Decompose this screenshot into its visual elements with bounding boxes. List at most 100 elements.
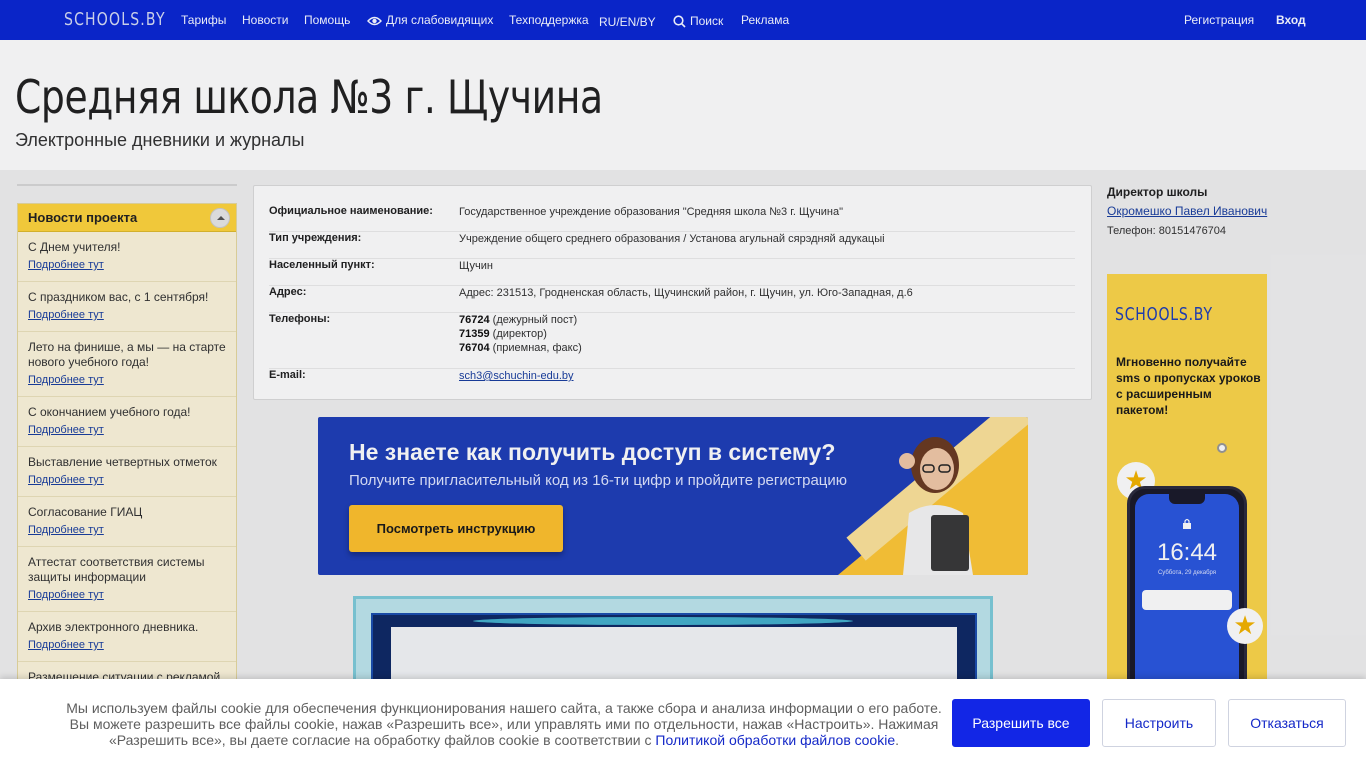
phone-notification	[1142, 590, 1232, 610]
register-link[interactable]: Регистрация	[1184, 13, 1254, 27]
news-item-more-link[interactable]: Подробнее тут	[28, 524, 104, 536]
info-value: Адрес: 231513, Гродненская область, Щучи…	[459, 287, 913, 299]
nav-help[interactable]: Помощь	[304, 13, 350, 27]
lock-icon	[1183, 518, 1191, 529]
info-value: Щучин	[459, 260, 494, 272]
cookie-consent-bar: Мы используем файлы cookie для обеспечен…	[0, 679, 1366, 768]
phone-number: 71359	[459, 328, 490, 340]
ad-dot	[1217, 443, 1227, 453]
nav-news[interactable]: Новости	[242, 13, 288, 27]
news-item: Согласование ГИАЦ Подробнее тут	[18, 497, 236, 547]
collapse-arrow-icon[interactable]	[210, 208, 230, 228]
news-item-more-link[interactable]: Подробнее тут	[28, 474, 104, 486]
director-block: Директор школы Окромешко Павел Иванович …	[1107, 185, 1347, 237]
info-row-type: Тип учреждения: Учреждение общего средне…	[269, 232, 1075, 259]
reject-button[interactable]: Отказаться	[1228, 699, 1346, 747]
news-item: С окончанием учебного года! Подробнее тут	[18, 397, 236, 447]
cookie-text-end: .	[895, 732, 900, 748]
info-row-email: E-mail: sch3@schuchin-edu.by	[269, 369, 1075, 389]
nav-support[interactable]: Техподдержка	[509, 13, 589, 27]
phone-date: Суббота, 29 декабря	[1157, 570, 1217, 576]
page-title: Средняя школа №3 г. Щучина	[15, 70, 603, 124]
info-label: Населенный пункт:	[269, 259, 375, 271]
phone-number: 76724	[459, 314, 490, 326]
frame-glow	[473, 617, 853, 625]
news-item-title: Аттестат соответствия системы защиты инф…	[28, 555, 205, 584]
email-link[interactable]: sch3@schuchin-edu.by	[459, 370, 574, 382]
news-sidebar-title: Новости проекта	[28, 210, 138, 225]
director-name-link[interactable]: Окромешко Павел Иванович	[1107, 204, 1347, 218]
news-item-title: Согласование ГИАЦ	[28, 505, 143, 519]
configure-button[interactable]: Настроить	[1102, 699, 1216, 747]
eye-icon	[367, 16, 382, 26]
sidebar-divider	[17, 184, 237, 186]
news-item-more-link[interactable]: Подробнее тут	[28, 309, 104, 321]
news-item-title: Лето на финише, а мы — на старте нового …	[28, 340, 226, 369]
star-icon: ★	[1227, 608, 1263, 644]
top-navigation: SCHOOLS.BY Тарифы Новости Помощь Для сла…	[0, 0, 1366, 40]
nav-accessibility-label: Для слабовидящих	[386, 13, 494, 27]
banner-subtitle: Получите пригласительный код из 16-ти ци…	[349, 472, 848, 489]
news-item: Выставление четвертных отметок Подробнее …	[18, 447, 236, 497]
cookie-policy-link[interactable]: Политикой обработки файлов cookie	[655, 732, 895, 748]
news-item: С Днем учителя! Подробнее тут	[18, 232, 236, 282]
news-item-more-link[interactable]: Подробнее тут	[28, 374, 104, 386]
news-item-title: С окончанием учебного года!	[28, 405, 191, 419]
nav-accessibility[interactable]: Для слабовидящих	[367, 13, 493, 27]
school-info-card: Официальное наименование: Государственно…	[253, 185, 1092, 400]
cookie-text: Мы используем файлы cookie для обеспечен…	[62, 700, 946, 748]
sms-ad-banner[interactable]: SCHOOLS.BY Мгновенно получайте sms о про…	[1107, 274, 1267, 704]
search-icon	[673, 15, 686, 28]
info-label: Адрес:	[269, 286, 307, 298]
phone-screen: 16:44 Суббота, 29 декабря	[1135, 494, 1239, 704]
phone-illustration: 16:44 Суббота, 29 декабря	[1127, 486, 1247, 704]
news-sidebar-header: Новости проекта	[18, 204, 236, 232]
banner-headline: Не знаете как получить доступ в систему?	[349, 439, 836, 465]
director-role: Директор школы	[1107, 185, 1208, 199]
phone-entry: 71359 (директор)	[459, 328, 547, 340]
info-row-phones: Телефоны: 76724 (дежурный пост) 71359 (д…	[269, 313, 1075, 369]
news-item: Архив электронного дневника. Подробнее ту…	[18, 612, 236, 662]
news-item-title: С праздником вас, с 1 сентября!	[28, 290, 209, 304]
info-label: Официальное наименование:	[269, 205, 433, 217]
nav-language[interactable]: RU/EN/BY	[599, 15, 656, 29]
info-row-official-name: Официальное наименование: Государственно…	[269, 205, 1075, 232]
phone-notch	[1169, 494, 1205, 504]
nav-ads[interactable]: Реклама	[741, 13, 789, 27]
director-phone: Телефон: 80151476704	[1107, 225, 1227, 237]
nav-search[interactable]: Поиск	[673, 14, 723, 28]
info-value: Учреждение общего среднего образования /…	[459, 233, 885, 245]
nav-tariffs[interactable]: Тарифы	[181, 13, 226, 27]
news-item-title: Выставление четвертных отметок	[28, 455, 217, 469]
woman-illustration	[899, 437, 973, 575]
news-item: С праздником вас, с 1 сентября! Подробнее…	[18, 282, 236, 332]
news-item: Аттестат соответствия системы защиты инф…	[18, 547, 236, 612]
ad-logo: SCHOOLS.BY	[1115, 304, 1213, 325]
access-help-banner[interactable]: Не знаете как получить доступ в систему?…	[318, 417, 1028, 575]
news-item-more-link[interactable]: Подробнее тут	[28, 589, 104, 601]
news-item-more-link[interactable]: Подробнее тут	[28, 259, 104, 271]
phone-note: (дежурный пост)	[492, 314, 578, 326]
phone-entry: 76724 (дежурный пост)	[459, 314, 577, 326]
news-item-title: Архив электронного дневника.	[28, 620, 199, 634]
school-header: Средняя школа №3 г. Щучина Электронные д…	[0, 40, 1366, 170]
phone-note: (приемная, факс)	[492, 342, 582, 354]
nav-search-label: Поиск	[690, 14, 724, 28]
page-subtitle: Электронные дневники и журналы	[15, 130, 305, 150]
view-instructions-button[interactable]: Посмотреть инструкцию	[349, 505, 563, 552]
phone-number: 76704	[459, 342, 490, 354]
news-sidebar: Новости проекта С Днем учителя! Подробнее…	[17, 203, 237, 723]
news-item-more-link[interactable]: Подробнее тут	[28, 424, 104, 436]
news-item-more-link[interactable]: Подробнее тут	[28, 639, 104, 651]
phone-entry: 76704 (приемная, факс)	[459, 342, 582, 354]
ad-text: Мгновенно получайте sms о пропусках урок…	[1116, 355, 1261, 417]
login-link[interactable]: Вход	[1276, 13, 1306, 27]
news-item: Лето на финише, а мы — на старте нового …	[18, 332, 236, 397]
news-item-title: С Днем учителя!	[28, 240, 121, 254]
phone-note: (директор)	[492, 328, 547, 340]
info-value: Государственное учреждение образования "…	[459, 206, 844, 218]
info-row-address: Адрес: Адрес: 231513, Гродненская област…	[269, 286, 1075, 313]
site-logo[interactable]: SCHOOLS.BY	[64, 9, 166, 30]
accept-all-button[interactable]: Разрешить все	[952, 699, 1090, 747]
info-row-locality: Населенный пункт: Щучин	[269, 259, 1075, 286]
